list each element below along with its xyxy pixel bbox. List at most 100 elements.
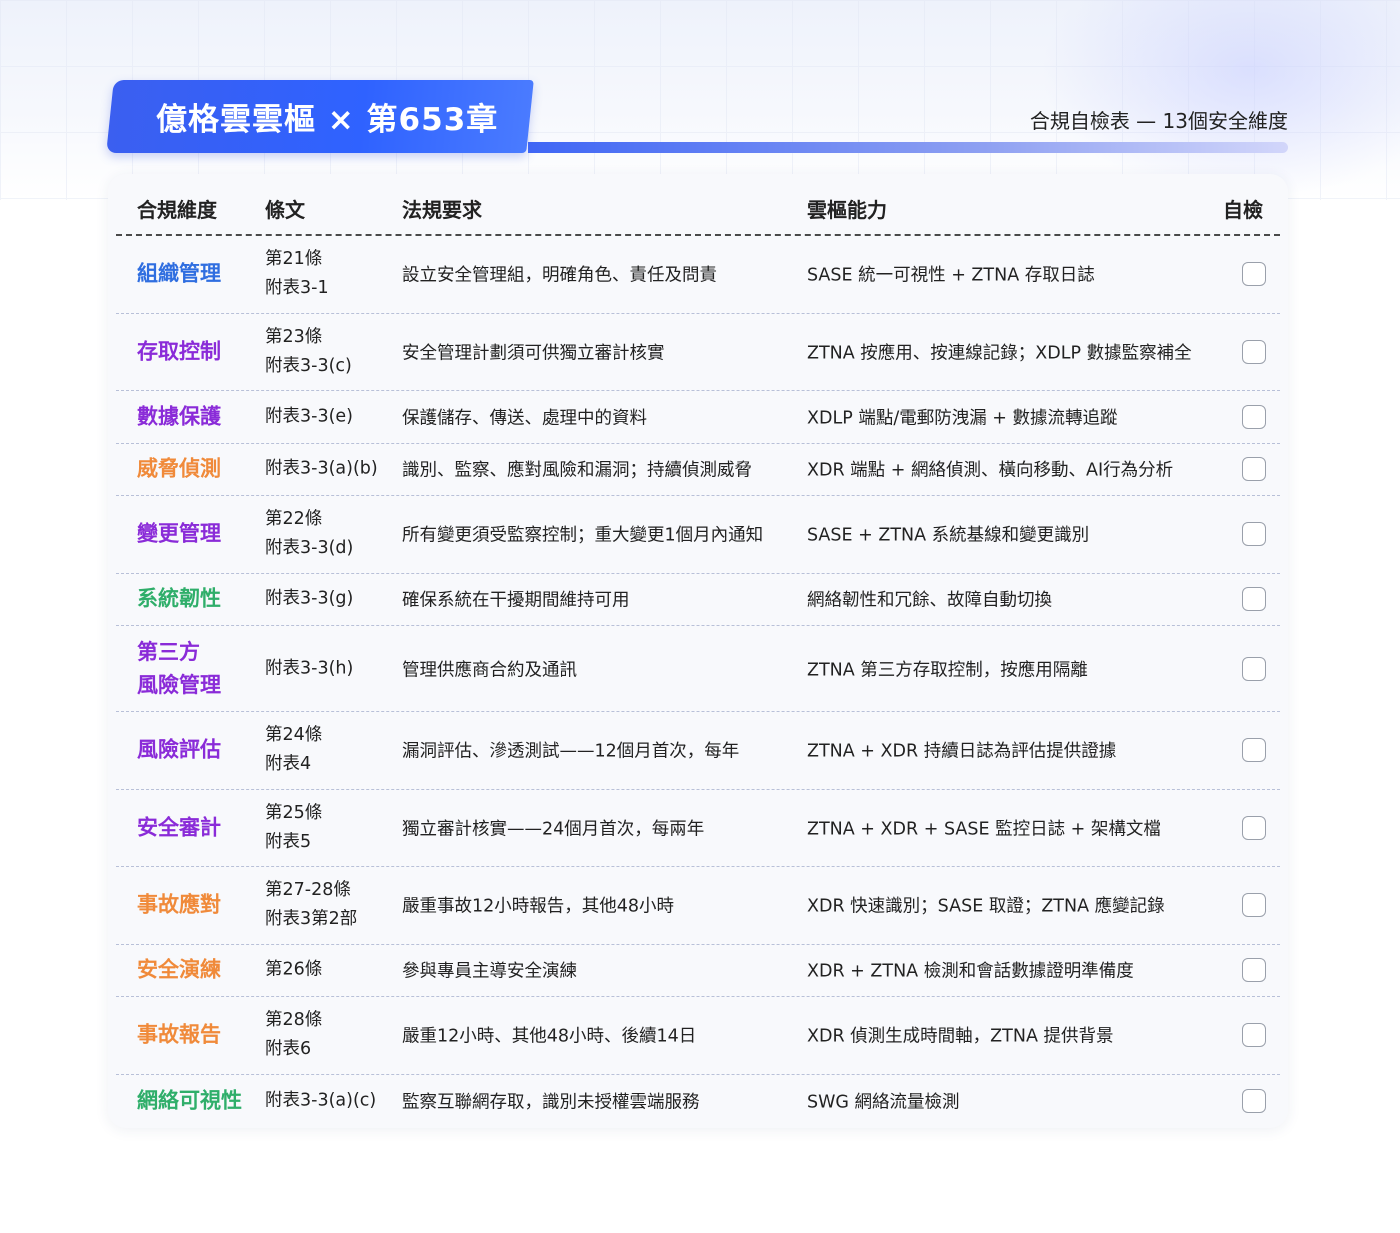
article-text: 附表3-3(h) bbox=[265, 658, 354, 678]
dimension-label: 安全審計 bbox=[137, 811, 221, 844]
article-label: 第26條 bbox=[265, 956, 322, 985]
article-text: 第24條 bbox=[265, 725, 323, 746]
dimension-label: 系統韌性 bbox=[137, 583, 221, 616]
requirement-text: 參與專員主導安全演練 bbox=[402, 961, 577, 982]
self-check-checkbox[interactable] bbox=[1242, 339, 1266, 364]
self-check-checkbox[interactable] bbox=[1242, 522, 1266, 547]
dimension-text: 事故報告 bbox=[137, 1022, 221, 1047]
article-label: 第23條附表3-3(c) bbox=[265, 323, 352, 381]
article-label: 第21條附表3-1 bbox=[265, 245, 329, 303]
article-text: 第22條 bbox=[265, 509, 323, 530]
dimension-text: 系統韌性 bbox=[137, 586, 221, 611]
article-text: 附表3-3(a)(b) bbox=[265, 458, 378, 479]
article-text: 附表3-3(e) bbox=[265, 406, 354, 427]
self-check-checkbox[interactable] bbox=[1242, 457, 1266, 482]
requirement-text: 保護儲存、傳送、處理中的資料 bbox=[402, 408, 647, 429]
article-text: 第26條 bbox=[265, 959, 323, 980]
table-body: 組織管理 第21條附表3-1 設立安全管理組，明確角色、責任及問責 SASE 統一可視… bbox=[116, 236, 1280, 1127]
self-check-checkbox[interactable] bbox=[1242, 656, 1266, 681]
page-subtitle: 合規自檢表 — 13個安全維度 bbox=[1029, 109, 1288, 133]
dimension-text: 網絡可視性 bbox=[137, 1088, 242, 1113]
table-row: 變更管理 第22條附表3-3(d) 所有變更須受監察控制；重大變更1個月內通知 SAS… bbox=[116, 496, 1280, 574]
self-check-checkbox[interactable] bbox=[1242, 1023, 1266, 1048]
page-title: 億格雲雲樞 × 第653章 bbox=[156, 102, 499, 138]
requirement-text: 設立安全管理組，明確角色、責任及問責 bbox=[402, 265, 717, 286]
requirement-text: 獨立審計核實——24個月首次，每兩年 bbox=[402, 819, 705, 840]
column-header-article: 條文 bbox=[265, 198, 305, 222]
table-row: 數據保護 附表3-3(e) 保護儲存、傳送、處理中的資料 XDLP 端點/電郵防洩漏 … bbox=[116, 391, 1280, 444]
column-header-capability: 雲樞能力 bbox=[807, 198, 887, 222]
article-label: 第22條附表3-3(d) bbox=[265, 505, 353, 563]
capability-text: ZTNA + XDR + SASE 監控日誌 + 架構文檔 bbox=[807, 819, 1161, 840]
capability-text: XDR 偵測生成時間軸，ZTNA 提供背景 bbox=[807, 1026, 1114, 1047]
table-row: 安全演練 第26條 參與專員主導安全演練 XDR + ZTNA 檢測和會話數據證明準備… bbox=[116, 945, 1280, 997]
article-label: 第28條附表6 bbox=[265, 1006, 322, 1064]
capability-text: XDR 端點 + 網絡偵測、橫向移動、AI行為分析 bbox=[807, 460, 1174, 481]
column-header-requirement: 法規要求 bbox=[402, 198, 482, 222]
requirement-text: 漏洞評估、滲透測試——12個月首次，每年 bbox=[402, 741, 740, 762]
table-row: 第三方 風險管理 附表3-3(h) 管理供應商合約及通訊 ZTNA 第三方存取控制，按應… bbox=[116, 626, 1280, 712]
table-row: 系統韌性 附表3-3(g) 確保系統在干擾期間維持可用 網絡韌性和冗餘、故障自動切換 bbox=[116, 574, 1280, 626]
article-label: 第25條附表5 bbox=[265, 799, 322, 857]
dimension-text: 安全演練 bbox=[137, 957, 221, 982]
self-check-checkbox[interactable] bbox=[1242, 815, 1266, 840]
dimension-label: 事故應對 bbox=[137, 889, 221, 922]
article-text: 附表3-3(d) bbox=[265, 538, 354, 559]
capability-text: SASE 統一可視性 + ZTNA 存取日誌 bbox=[807, 265, 1095, 286]
requirement-text: 確保系統在干擾期間維持可用 bbox=[402, 590, 630, 611]
dimension-text: 安全審計 bbox=[137, 815, 221, 840]
dimension-text: 威脅偵測 bbox=[137, 456, 221, 481]
article-label: 附表3-3(g) bbox=[265, 585, 353, 614]
self-check-checkbox[interactable] bbox=[1242, 893, 1266, 918]
self-check-checkbox[interactable] bbox=[1242, 958, 1266, 983]
capability-text: XDR 快速識別；SASE 取證；ZTNA 應變記錄 bbox=[807, 896, 1165, 917]
capability-text: XDLP 端點/電郵防洩漏 + 數據流轉追蹤 bbox=[807, 408, 1118, 429]
requirement-text: 所有變更須受監察控制；重大變更1個月內通知 bbox=[402, 525, 764, 546]
article-text: 附表3-3(g) bbox=[265, 588, 354, 609]
article-text: 附表6 bbox=[265, 1039, 312, 1060]
dimension-text: 組織管理 bbox=[137, 261, 221, 286]
self-check-checkbox[interactable] bbox=[1242, 587, 1266, 612]
dimension-text: 數據保護 bbox=[137, 404, 221, 429]
article-text: 第25條 bbox=[265, 802, 323, 823]
dimension-label: 變更管理 bbox=[137, 518, 221, 551]
article-label: 附表3-3(e) bbox=[265, 402, 353, 431]
requirement-text: 監察互聯網存取，識別未授權雲端服務 bbox=[402, 1092, 700, 1113]
table-row: 安全審計 第25條附表5 獨立審計核實——24個月首次，每兩年 ZTNA + XDR … bbox=[116, 790, 1280, 867]
dimension-label: 事故報告 bbox=[137, 1019, 221, 1052]
capability-text: SWG 網絡流量檢測 bbox=[807, 1092, 960, 1113]
article-text: 附表3-1 bbox=[265, 278, 329, 299]
requirement-text: 管理供應商合約及通訊 bbox=[402, 660, 577, 680]
dimension-label: 第三方 風險管理 bbox=[137, 636, 221, 702]
table-row: 事故應對 第27-28條 附表3第2部 嚴重事故12小時報告，其他48小時 XDR 快速… bbox=[116, 867, 1280, 945]
article-label: 第27-28條 附表3第2部 bbox=[265, 876, 357, 934]
article-text: 附表5 bbox=[265, 831, 312, 852]
article-text: 附表4 bbox=[265, 754, 312, 775]
dimension-label: 數據保護 bbox=[137, 400, 221, 433]
article-text: 附表3-3(c) bbox=[265, 355, 352, 376]
dimension-text: 存取控制 bbox=[137, 339, 221, 364]
table-header: 合規維度 條文 法規要求 雲樞能力 自檢 bbox=[116, 174, 1280, 236]
article-label: 附表3-3(a)(b) bbox=[265, 455, 378, 484]
requirement-text: 識別、監察、應對風險和漏洞；持續偵測威脅 bbox=[402, 460, 752, 481]
table-row: 存取控制 第23條 附表3-3(c) 安全管理計劃須可供獨立審計核實 ZTNA 按應用、… bbox=[116, 314, 1280, 391]
table-row: 威脅偵測 附表3-3(a)(b) 識別、監察、應對風險和漏洞；持續偵測威脅 XDR 端… bbox=[116, 444, 1280, 496]
capability-text: XDR + ZTNA 檢測和會話數據證明準備度 bbox=[807, 961, 1134, 982]
column-header-selfcheck: 自檢 bbox=[1223, 198, 1263, 222]
self-check-checkbox[interactable] bbox=[1242, 262, 1266, 287]
article-label: 附表3-3(h) bbox=[265, 654, 353, 683]
title-underline bbox=[528, 142, 1288, 153]
capability-text: ZTNA 按應用、按連線記錄；XDLP 數據監察補全 bbox=[807, 343, 1192, 364]
dimension-label: 組織管理 bbox=[137, 258, 221, 291]
dimension-text: 第三方 bbox=[137, 639, 200, 664]
requirement-text: 嚴重事故12小時報告，其他48小時 bbox=[402, 896, 675, 917]
self-check-checkbox[interactable] bbox=[1242, 738, 1266, 763]
self-check-checkbox[interactable] bbox=[1242, 404, 1266, 429]
article-text: 第23條 bbox=[265, 326, 323, 347]
dimension-text: 風險管理 bbox=[137, 672, 221, 697]
self-check-checkbox[interactable] bbox=[1242, 1088, 1266, 1113]
dimension-label: 網絡可視性 bbox=[137, 1084, 242, 1117]
capability-text: SASE + ZTNA 系統基線和變更識別 bbox=[807, 525, 1090, 546]
article-text: 第28條 bbox=[265, 1010, 323, 1031]
article-text: 第21條 bbox=[265, 249, 323, 270]
